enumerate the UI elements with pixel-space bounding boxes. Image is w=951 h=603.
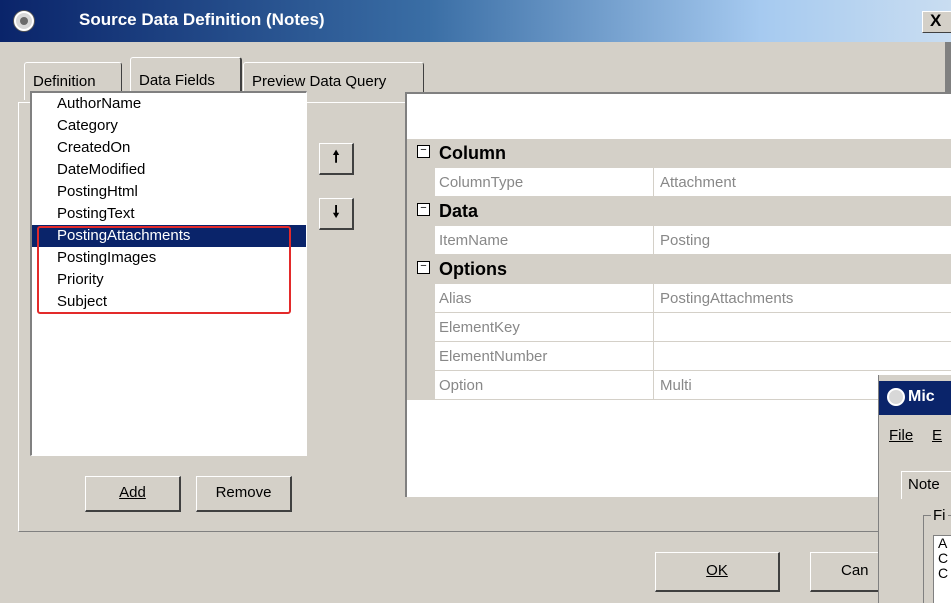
background-list[interactable]: A C C <box>933 535 951 603</box>
add-button-label: Add <box>119 484 146 501</box>
property-row[interactable]: ElementNumber <box>407 342 951 371</box>
property-row[interactable]: Option Multi <box>407 371 951 400</box>
app-icon[interactable] <box>14 11 34 31</box>
property-value[interactable] <box>653 342 951 371</box>
grid-gutter <box>407 168 435 197</box>
background-window-title: Mic <box>908 388 935 405</box>
menu-edit-label: E <box>932 427 943 444</box>
list-item[interactable]: C <box>938 551 951 566</box>
category-data[interactable]: − Data <box>407 197 951 226</box>
background-window-titlebar[interactable]: Mic <box>879 381 951 415</box>
tab-notes[interactable]: Note <box>901 471 951 499</box>
window-title: Source Data Definition (Notes) <box>79 10 325 29</box>
list-item[interactable]: AuthorName <box>32 93 306 115</box>
move-up-button[interactable]: 🠕 <box>319 143 354 175</box>
remove-button[interactable]: Remove <box>196 476 292 512</box>
grid-gutter <box>407 371 435 400</box>
list-item[interactable]: C <box>938 566 951 581</box>
collapse-icon[interactable]: − <box>417 261 430 274</box>
property-value[interactable]: Posting <box>653 226 951 255</box>
close-button[interactable]: X <box>922 11 951 33</box>
property-name: Alias <box>435 284 681 313</box>
list-item[interactable]: PostingHtml <box>32 181 306 203</box>
property-name: ColumnType <box>435 168 681 197</box>
arrow-down-icon: 🠗 <box>332 204 340 221</box>
grid-gutter <box>407 342 435 371</box>
property-row[interactable]: ItemName Posting <box>407 226 951 255</box>
grid-gutter <box>407 226 435 255</box>
group-label: Fi <box>931 507 948 524</box>
move-down-button[interactable]: 🠗 <box>319 198 354 230</box>
menu-file[interactable]: File <box>889 427 913 444</box>
property-name: ElementKey <box>435 313 681 342</box>
property-name: ItemName <box>435 226 681 255</box>
category-label: Options <box>439 259 507 279</box>
list-item[interactable]: Category <box>32 115 306 137</box>
add-button[interactable]: Add <box>85 476 181 512</box>
list-item[interactable]: DateModified <box>32 159 306 181</box>
grid-gutter <box>407 284 435 313</box>
background-window[interactable]: Mic File E Note Fi A C C <box>878 375 951 603</box>
cancel-button-label: Can <box>841 562 869 579</box>
menu-edit[interactable]: E <box>932 427 942 444</box>
property-value[interactable]: PostingAttachments <box>653 284 951 313</box>
list-item[interactable]: CreatedOn <box>32 137 306 159</box>
property-row[interactable]: Alias PostingAttachments <box>407 284 951 313</box>
property-value[interactable] <box>653 313 951 342</box>
category-options[interactable]: − Options <box>407 255 951 284</box>
category-label: Column <box>439 143 506 163</box>
collapse-icon[interactable]: − <box>417 203 430 216</box>
grid-gutter <box>407 313 435 342</box>
ok-button[interactable]: OK <box>655 552 780 592</box>
property-name: Option <box>435 371 681 400</box>
highlight-annotation-box <box>37 226 291 314</box>
remove-button-label: Remove <box>215 484 272 501</box>
title-bar: Source Data Definition (Notes) X <box>0 0 951 42</box>
list-item[interactable]: A <box>938 536 951 551</box>
property-row[interactable]: ColumnType Attachment <box>407 168 951 197</box>
collapse-icon[interactable]: − <box>417 145 430 158</box>
property-row[interactable]: ElementKey <box>407 313 951 342</box>
ok-button-label: OK <box>706 562 728 579</box>
category-column[interactable]: − Column <box>407 139 951 168</box>
property-grid: − Column ColumnType Attachment − Data It… <box>405 92 951 497</box>
category-label: Data <box>439 201 479 221</box>
property-value[interactable]: Attachment <box>653 168 951 197</box>
property-name: ElementNumber <box>435 342 681 371</box>
app-icon <box>887 388 905 406</box>
list-item[interactable]: PostingText <box>32 203 306 225</box>
arrow-up-icon: 🠕 <box>332 149 340 166</box>
menu-file-label: File <box>889 427 914 444</box>
